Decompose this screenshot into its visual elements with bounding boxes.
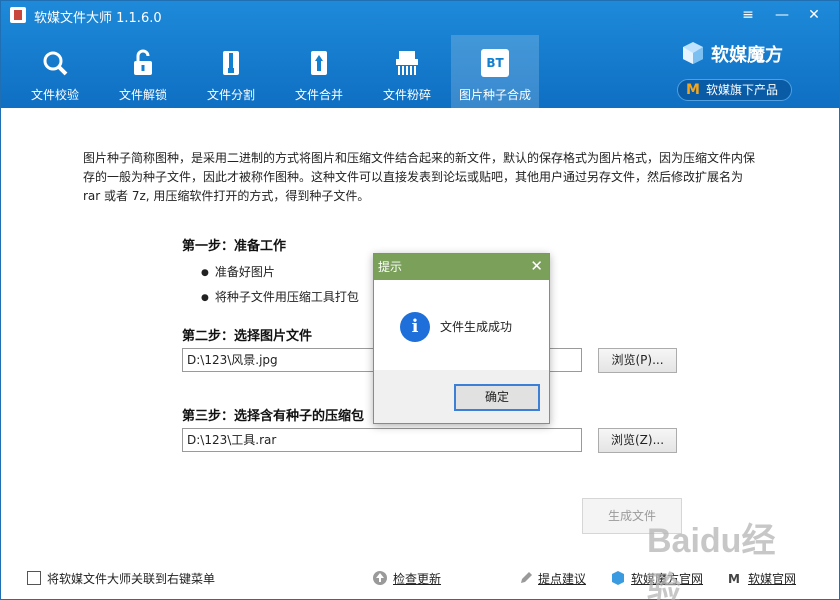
header-bar: 软媒文件大师 1.1.6.0 ≡ — ✕ 文件校验 文件解锁 文件分割 文件合并 <box>1 1 839 108</box>
check-update-link[interactable]: 检查更新 <box>393 570 441 587</box>
zipper-split-icon <box>223 51 239 75</box>
unlock-icon <box>134 49 152 75</box>
dialog-message: 文件生成成功 <box>440 320 513 334</box>
baidu-watermark: Baidu经验 <box>647 522 776 600</box>
mofang-icon <box>612 571 624 585</box>
svg-text:M: M <box>728 572 740 586</box>
menu-icon[interactable]: ≡ <box>735 3 761 27</box>
title-bar: 软媒文件大师 1.1.6.0 ≡ — ✕ <box>1 1 839 29</box>
tab-label: 文件合并 <box>294 88 343 102</box>
products-button[interactable]: M 软媒旗下产品 <box>677 79 792 101</box>
bt-icon: BT <box>481 49 509 77</box>
magnifier-icon <box>43 51 68 76</box>
products-label: 软媒旗下产品 <box>706 83 779 97</box>
tab-image-seed[interactable]: BT 图片种子合成 <box>451 35 539 108</box>
step1-bullet: 将种子文件用压缩工具打包 <box>201 288 359 305</box>
shredder-icon <box>396 51 418 75</box>
tab-file-verify[interactable]: 文件校验 <box>11 35 99 108</box>
ruanmei-icon: M <box>728 572 740 586</box>
update-icon <box>373 571 387 585</box>
step1-title: 第一步：准备工作 <box>182 239 287 254</box>
tab-label: 文件校验 <box>30 88 79 102</box>
info-icon: i <box>400 312 430 342</box>
context-menu-checkbox[interactable] <box>27 571 41 585</box>
tab-label: 文件粉碎 <box>382 88 431 102</box>
dialog-title-bar: 提示 ✕ <box>374 254 549 280</box>
browse-image-button[interactable]: 浏览(P)... <box>598 348 677 373</box>
pen-icon <box>521 572 532 583</box>
tab-label: 文件解锁 <box>118 88 167 102</box>
browse-archive-button[interactable]: 浏览(Z)... <box>598 428 677 453</box>
tab-file-split[interactable]: 文件分割 <box>187 35 275 108</box>
tab-file-unlock[interactable]: 文件解锁 <box>99 35 187 108</box>
close-button[interactable]: ✕ <box>801 3 827 27</box>
app-title: 软媒文件大师 1.1.6.0 <box>34 11 162 26</box>
footer-bar: 将软媒文件大师关联到右键菜单 检查更新 提点建议 软媒魔方官网 M 软媒官网 <box>1 567 839 599</box>
minimize-button[interactable]: — <box>769 3 795 27</box>
zipper-merge-icon <box>311 51 327 75</box>
step2-title: 第二步：选择图片文件 <box>182 329 313 344</box>
description-text: 图片种子简称图种，是采用二进制的方式将图片和压缩文件结合起来的新文件，默认的保存… <box>83 151 756 203</box>
dialog-close-icon[interactable]: ✕ <box>530 257 543 275</box>
app-window: 软媒文件大师 1.1.6.0 ≡ — ✕ 文件校验 文件解锁 文件分割 文件合并 <box>0 0 840 600</box>
app-logo-icon <box>10 7 26 23</box>
archive-path-field[interactable]: D:\123\工具.rar <box>182 428 582 452</box>
dialog-title: 提示 <box>378 260 403 274</box>
cube-icon <box>683 42 703 64</box>
dialog-body: i 文件生成成功 <box>374 280 549 370</box>
brand-name: 软媒魔方 <box>711 45 783 66</box>
context-menu-label[interactable]: 将软媒文件大师关联到右键菜单 <box>47 570 215 587</box>
ok-button[interactable]: 确定 <box>454 384 540 411</box>
tab-file-merge[interactable]: 文件合并 <box>275 35 363 108</box>
m-logo-icon: M <box>686 82 700 98</box>
dialog-footer: 确定 <box>374 370 549 423</box>
tab-label: 图片种子合成 <box>458 88 531 102</box>
suggestion-link[interactable]: 提点建议 <box>538 570 586 587</box>
message-dialog: 提示 ✕ i 文件生成成功 确定 <box>373 253 550 424</box>
tab-label: 文件分割 <box>206 88 255 102</box>
ruanmei-site-link[interactable]: 软媒官网 <box>748 570 796 587</box>
step3-title: 第三步：选择含有种子的压缩包 <box>182 409 365 424</box>
tab-file-shred[interactable]: 文件粉碎 <box>363 35 451 108</box>
step1-bullet: 准备好图片 <box>201 263 275 280</box>
